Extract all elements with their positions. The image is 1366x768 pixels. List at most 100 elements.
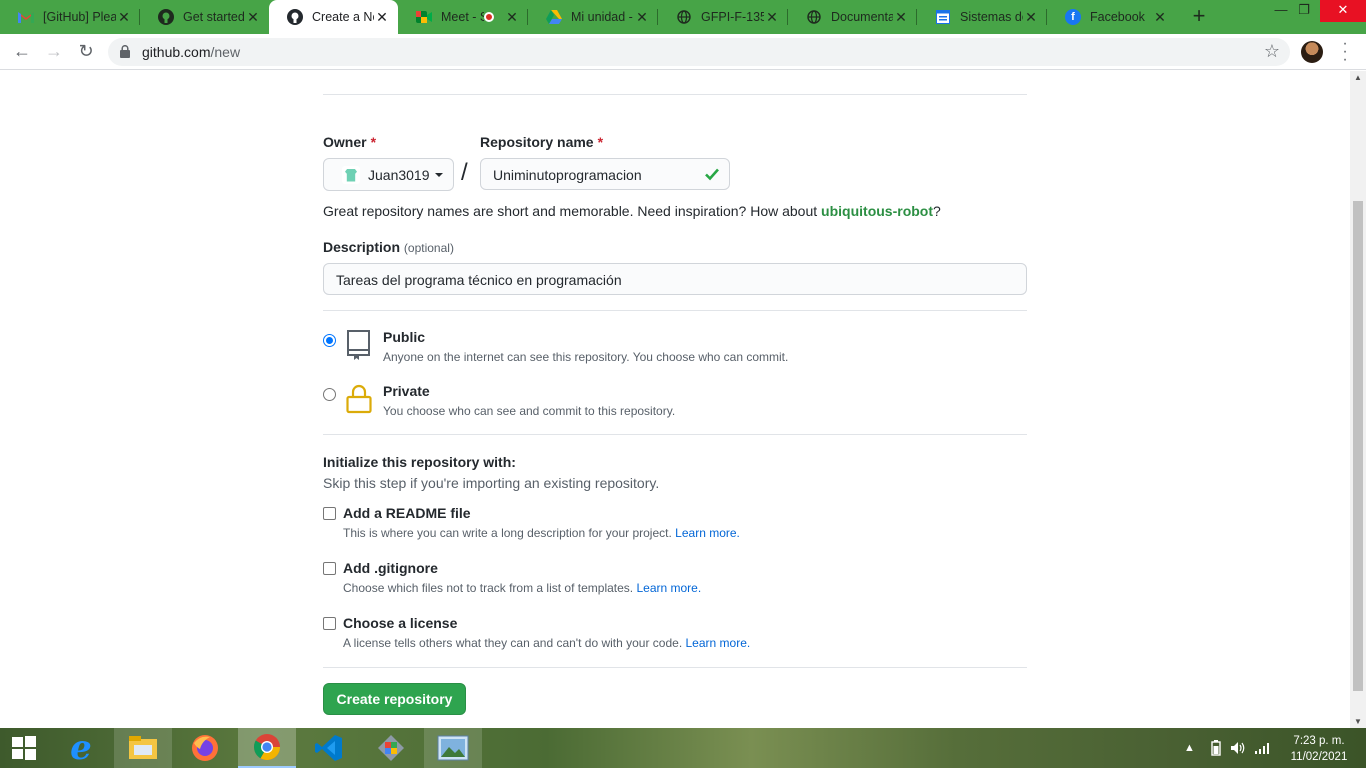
scrollbar-thumb[interactable] xyxy=(1353,201,1363,691)
readme-title[interactable]: Add a README file xyxy=(343,505,471,521)
license-checkbox[interactable] xyxy=(323,617,336,630)
globe-icon xyxy=(676,9,692,25)
browser-menu-icon[interactable]: · · · xyxy=(1340,36,1350,68)
edge-icon[interactable]: e xyxy=(52,728,110,768)
gitignore-subtitle: Choose which files not to track from a l… xyxy=(343,581,702,595)
tab-get-started[interactable]: Get started ✕ xyxy=(140,0,269,34)
slash-separator: / xyxy=(461,159,468,186)
tab-gfpi[interactable]: GFPI-F-135 ✕ xyxy=(658,0,788,34)
description-input[interactable]: Tareas del programa técnico en programac… xyxy=(323,263,1027,295)
tab-documentation[interactable]: Documentat ✕ xyxy=(788,0,917,34)
readme-subtitle: This is where you can write a long descr… xyxy=(343,526,740,540)
license-title[interactable]: Choose a license xyxy=(343,615,457,631)
windows-taskbar: e ▲ xyxy=(0,728,1366,768)
close-icon[interactable]: ✕ xyxy=(116,9,132,26)
repo-icon xyxy=(347,330,370,360)
meet-icon xyxy=(416,9,432,25)
photos-icon[interactable] xyxy=(424,728,482,768)
private-subtitle: You choose who can see and commit to thi… xyxy=(383,404,676,418)
github-icon xyxy=(158,9,174,25)
suggestion-link[interactable]: ubiquitous-robot xyxy=(821,203,933,219)
divider xyxy=(323,667,1027,668)
tab-title: Sistemas de xyxy=(960,10,1023,24)
firefox-icon[interactable] xyxy=(176,728,234,768)
show-hidden-icons[interactable]: ▲ xyxy=(1184,728,1195,768)
globe-icon xyxy=(806,9,822,25)
learn-more-link[interactable]: Learn more. xyxy=(686,636,751,650)
gmail-icon xyxy=(18,9,34,25)
tab-title: Mi unidad - xyxy=(571,10,633,24)
tab-create-repo[interactable]: Create a New Repository ✕ xyxy=(269,0,398,34)
close-icon[interactable]: ✕ xyxy=(893,9,909,26)
forms-icon xyxy=(935,9,951,25)
tab-title: Documentat xyxy=(831,10,893,24)
bookmark-star-icon[interactable]: ☆ xyxy=(1264,41,1280,62)
page-scrollbar[interactable]: ▲ ▼ xyxy=(1350,71,1366,728)
private-radio[interactable] xyxy=(323,388,336,401)
address-bar[interactable]: github.com/new ☆ xyxy=(108,38,1290,66)
learn-more-link[interactable]: Learn more. xyxy=(675,526,740,540)
close-icon[interactable]: ✕ xyxy=(1023,9,1039,26)
scroll-up-arrow-icon[interactable]: ▲ xyxy=(1354,73,1362,82)
facebook-icon: f xyxy=(1065,9,1081,25)
tab-title: GFPI-F-135 xyxy=(701,10,764,24)
browser-toolbar: ← → ↻ github.com/new ☆ xyxy=(0,34,1366,70)
close-icon[interactable]: ✕ xyxy=(374,9,390,26)
divider xyxy=(323,434,1027,435)
private-title: Private xyxy=(383,383,430,399)
drive-icon xyxy=(546,9,562,25)
tab-facebook[interactable]: f Facebook ✕ xyxy=(1047,0,1176,34)
public-title: Public xyxy=(383,329,426,345)
caret-down-icon xyxy=(434,172,443,177)
tab-title: [GitHub] Please xyxy=(43,10,116,24)
gitignore-title[interactable]: Add .gitignore xyxy=(343,560,438,576)
repository-name-input[interactable]: Uniminutoprogramacion xyxy=(480,158,730,190)
volume-icon[interactable] xyxy=(1230,728,1246,768)
profile-avatar[interactable] xyxy=(1301,41,1323,63)
reload-button[interactable]: ↻ xyxy=(74,40,98,64)
back-button[interactable]: ← xyxy=(10,40,34,64)
battery-icon[interactable] xyxy=(1211,728,1221,768)
close-icon[interactable]: ✕ xyxy=(764,9,780,26)
create-repository-button[interactable]: Create repository xyxy=(323,683,466,715)
divider xyxy=(323,94,1027,95)
description-label: Description (optional) xyxy=(323,239,454,255)
tab-sistemas[interactable]: Sistemas de ✕ xyxy=(917,0,1047,34)
app-icon[interactable] xyxy=(362,728,420,768)
close-icon[interactable]: ✕ xyxy=(1152,9,1168,26)
window-close-button[interactable]: ✕ xyxy=(1320,0,1366,22)
public-radio[interactable] xyxy=(323,334,336,347)
init-title: Initialize this repository with: xyxy=(323,454,516,470)
lock-icon xyxy=(346,384,372,414)
vscode-icon[interactable] xyxy=(300,728,358,768)
close-icon[interactable]: ✕ xyxy=(634,9,650,26)
chrome-icon[interactable] xyxy=(238,728,296,768)
system-clock[interactable]: 7:23 p. m. 11/02/2021 xyxy=(1284,733,1354,765)
owner-avatar xyxy=(342,165,360,184)
close-icon[interactable]: ✕ xyxy=(245,9,261,26)
network-signal-icon[interactable] xyxy=(1255,728,1271,768)
recording-icon xyxy=(484,12,494,22)
github-icon xyxy=(287,9,303,25)
gitignore-checkbox[interactable] xyxy=(323,562,336,575)
clock-date: 11/02/2021 xyxy=(1290,751,1348,763)
learn-more-link[interactable]: Learn more. xyxy=(636,581,701,595)
file-explorer-icon[interactable] xyxy=(114,728,172,768)
tab-meet[interactable]: Meet - S ✕ xyxy=(398,0,528,34)
page-viewport: Owner * Repository name * Juan3019 / Unimi… xyxy=(0,71,1350,728)
close-icon[interactable]: ✕ xyxy=(504,9,520,26)
tab-title: Get started xyxy=(183,10,245,24)
scroll-down-arrow-icon[interactable]: ▼ xyxy=(1354,717,1362,726)
owner-label: Owner * xyxy=(323,134,377,150)
owner-dropdown[interactable]: Juan3019 xyxy=(323,158,454,191)
start-icon[interactable] xyxy=(0,728,48,768)
forward-button[interactable]: → xyxy=(42,40,66,64)
repo-name-label: Repository name * xyxy=(480,134,604,150)
tab-drive[interactable]: Mi unidad - ✕ xyxy=(528,0,658,34)
init-subtitle: Skip this step if you're importing an ex… xyxy=(323,475,660,491)
tab-gmail[interactable]: [GitHub] Please ✕ xyxy=(0,0,140,34)
readme-checkbox[interactable] xyxy=(323,507,336,520)
lock-icon[interactable] xyxy=(120,45,130,58)
new-tab-button[interactable]: + xyxy=(1188,5,1210,28)
public-subtitle: Anyone on the internet can see this repo… xyxy=(383,350,789,364)
